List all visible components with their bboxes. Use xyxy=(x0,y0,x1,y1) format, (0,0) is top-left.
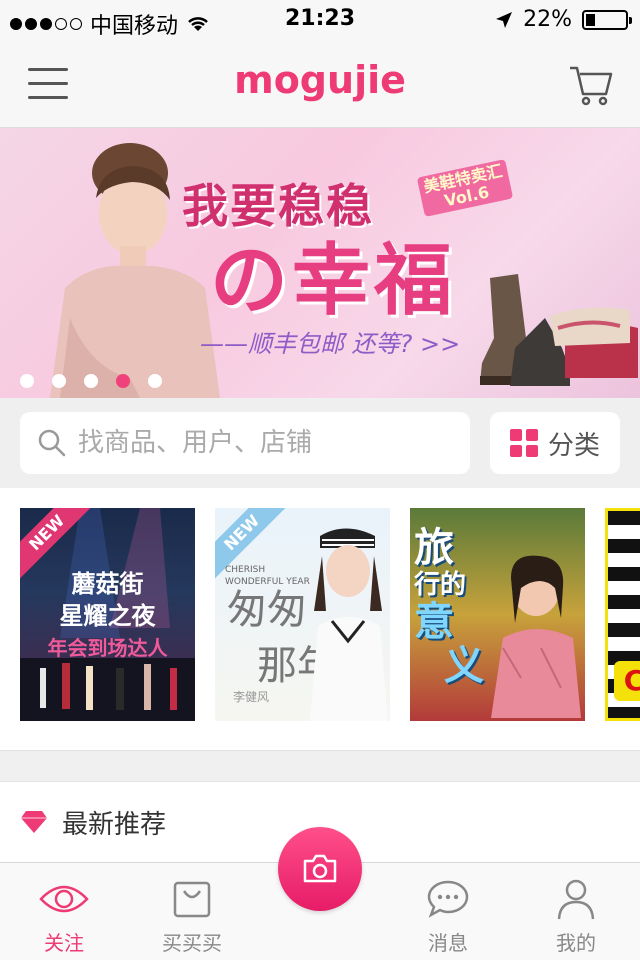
menu-icon[interactable] xyxy=(28,68,68,100)
person-icon xyxy=(557,879,595,920)
tab-bar: 关注 买买买 消息 我的 xyxy=(0,827,640,960)
banner-pagination xyxy=(20,374,162,388)
topic-model-image xyxy=(310,528,388,721)
banner-dot[interactable] xyxy=(52,374,66,388)
cart-icon[interactable] xyxy=(568,62,614,108)
category-button[interactable]: 分类 xyxy=(490,412,620,474)
nav-bar: mogujie xyxy=(0,40,640,128)
section-divider xyxy=(0,750,640,782)
tab-label: 买买买 xyxy=(162,931,222,955)
chat-icon xyxy=(427,880,469,918)
banner-dot[interactable] xyxy=(20,374,34,388)
topic-title-line: 旅 xyxy=(414,525,454,571)
shopping-bag-icon xyxy=(173,881,211,918)
tab-label: 消息 xyxy=(428,931,468,955)
topic-card[interactable]: 旅 行的 意 义 xyxy=(410,508,585,721)
app-logo: mogujie xyxy=(234,58,406,102)
topic-title: C xyxy=(614,661,640,701)
search-input[interactable] xyxy=(78,428,438,458)
gem-icon xyxy=(21,811,47,833)
section-title: 最新推荐 xyxy=(62,809,167,840)
banner-headline-large: の幸福 xyxy=(210,236,457,326)
banner-dot-active[interactable] xyxy=(116,374,130,388)
category-label: 分类 xyxy=(547,430,600,461)
banner-shoes-image xyxy=(480,274,638,386)
topic-card[interactable]: C xyxy=(605,508,640,721)
search-box[interactable] xyxy=(20,412,470,474)
search-icon xyxy=(38,429,66,457)
banner-subline: ——顺丰包邮 还等? >> xyxy=(200,330,461,358)
camera-button[interactable] xyxy=(278,827,362,911)
search-row: 分类 xyxy=(0,398,640,488)
topic-card[interactable]: NEW CHERISH WONDERFUL YEAR 匆匆 那年 李健风 xyxy=(215,508,390,721)
promo-banner[interactable]: 美鞋特卖汇 Vol.6 我要稳稳 の幸福 ——顺丰包邮 还等? >> xyxy=(0,128,640,398)
battery-icon xyxy=(582,9,632,30)
battery-percent: 22% xyxy=(523,7,572,32)
topic-model-image xyxy=(491,555,581,718)
status-bar: 中国移动 21:23 22% xyxy=(0,0,640,40)
topic-carousel: NEW 蘑菇街 星耀之夜 年会到场达人 NEW CHERISH WONDERFU… xyxy=(0,488,640,750)
topic-title-line: 意 xyxy=(414,599,454,645)
location-arrow-icon xyxy=(496,11,513,28)
banner-tag: 美鞋特卖汇 Vol.6 xyxy=(416,159,514,217)
tab-follow[interactable]: 关注 xyxy=(0,863,128,960)
banner-dot[interactable] xyxy=(148,374,162,388)
tab-profile[interactable]: 我的 xyxy=(512,863,640,960)
topic-title-line: 行的 xyxy=(414,570,467,600)
topic-title-line: 蘑菇街 xyxy=(71,570,144,598)
grid-icon xyxy=(509,429,538,457)
eye-icon xyxy=(39,885,89,913)
tab-messages[interactable]: 消息 xyxy=(384,863,512,960)
tab-shop[interactable]: 买买买 xyxy=(128,863,256,960)
topic-title: 蘑菇街 星耀之夜 年会到场达人 xyxy=(20,568,195,664)
topic-title-line: 年会到场达人 xyxy=(47,636,168,660)
banner-dot[interactable] xyxy=(84,374,98,388)
status-right: 22% xyxy=(495,7,632,32)
camera-icon xyxy=(303,854,337,883)
tab-label: 关注 xyxy=(44,931,84,955)
topic-title-line: 星耀之夜 xyxy=(59,602,156,630)
topic-card[interactable]: NEW 蘑菇街 星耀之夜 年会到场达人 xyxy=(20,508,195,721)
tab-label: 我的 xyxy=(556,931,596,955)
topic-title-line: 义 xyxy=(444,643,484,689)
topic-title: 旅 行的 意 义 xyxy=(414,526,484,688)
topic-signature: 李健风 xyxy=(233,690,270,704)
